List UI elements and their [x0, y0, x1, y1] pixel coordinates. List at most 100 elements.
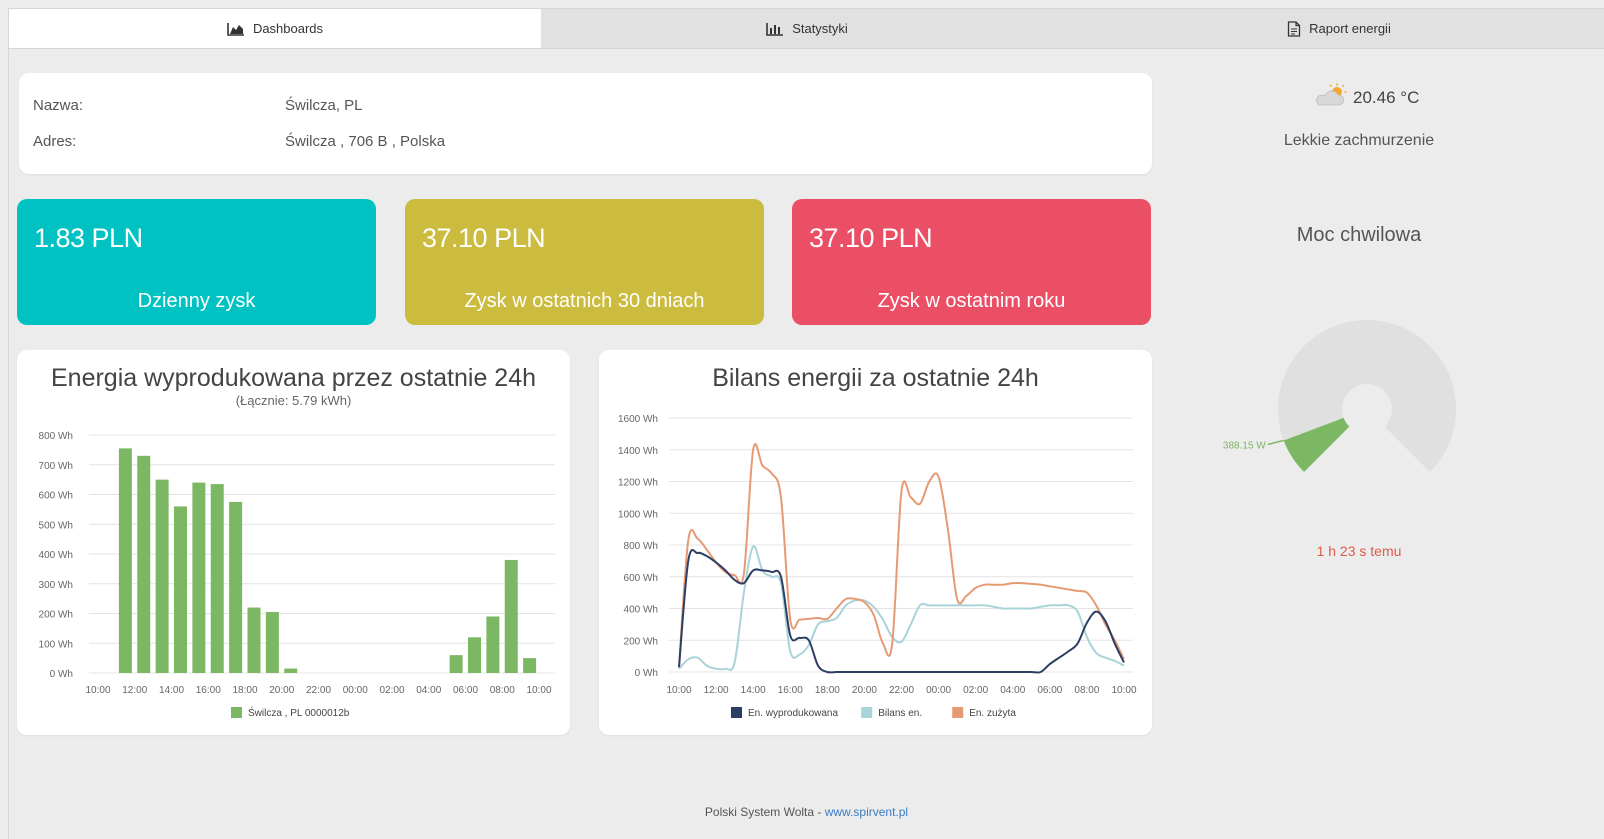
- y-tick-label: 400 Wh: [39, 550, 73, 561]
- stat-daily-profit: 1.83 PLN Dzienny zysk: [17, 199, 376, 325]
- stat-caption: Zysk w ostatnim roku: [877, 290, 1066, 312]
- x-tick-label: 10:00: [85, 685, 110, 696]
- x-tick-label: 16:00: [778, 685, 803, 696]
- app-frame: Dashboards Statystyki Raport energii Naz…: [8, 8, 1604, 839]
- stat-caption: Zysk w ostatnich 30 dniach: [464, 290, 705, 312]
- x-tick-label: 16:00: [196, 685, 221, 696]
- tab-raport-energii[interactable]: Raport energii: [1073, 9, 1604, 48]
- y-tick-label: 300 Wh: [39, 580, 73, 591]
- stat-value: 37.10 PLN: [809, 223, 933, 253]
- y-tick-label: 800 Wh: [624, 541, 658, 552]
- address-label: Adres:: [33, 133, 77, 150]
- x-tick-label: 14:00: [159, 685, 184, 696]
- energy-balance-chart-card: Bilans energii za ostatnie 24h 0 Wh 200 W…: [599, 350, 1152, 735]
- stat-year-profit: 37.10 PLN Zysk w ostatnim roku: [792, 199, 1151, 325]
- x-tick-label: 02:00: [963, 685, 988, 696]
- name-row: Nazwa: Świlcza, PL: [33, 97, 363, 114]
- x-tick-label: 10:00: [1111, 685, 1136, 696]
- y-tick-label: 0 Wh: [50, 669, 73, 680]
- stat-30-day-profit: 37.10 PLN Zysk w ostatnich 30 dniach: [405, 199, 764, 325]
- y-tick-label: 200 Wh: [39, 610, 73, 621]
- bar: [155, 479, 169, 673]
- bar: [118, 448, 132, 673]
- gauge-value-label: 388.15 W: [1223, 440, 1266, 451]
- last-update-time: 1 h 23 s temu: [1316, 543, 1402, 559]
- legend-swatch: [952, 707, 964, 718]
- footer-text: Polski System Wolta -: [704, 805, 825, 819]
- legend-swatch: [731, 707, 742, 718]
- x-tick-label: 10:00: [666, 685, 691, 696]
- gauge-title: Moc chwilowa: [1296, 224, 1422, 246]
- bar: [265, 612, 279, 673]
- bar: [137, 455, 151, 673]
- x-tick-label: 12:00: [704, 685, 729, 696]
- x-tick-label: 02:00: [379, 685, 404, 696]
- bar: [229, 501, 243, 673]
- tab-label: Raport energii: [1309, 21, 1391, 36]
- x-tick-label: 22:00: [306, 685, 331, 696]
- x-tick-label: 10:00: [526, 685, 551, 696]
- name-value: Świlcza, PL: [285, 97, 363, 114]
- y-tick-label: 200 Wh: [624, 636, 658, 647]
- bar: [210, 484, 224, 673]
- x-tick-label: 08:00: [1074, 685, 1099, 696]
- document-icon: [1287, 20, 1301, 37]
- y-tick-label: 400 Wh: [624, 605, 658, 616]
- address-row: Adres: Świlcza , 706 B , Polska: [33, 133, 445, 150]
- y-tick-label: 1400 Wh: [618, 446, 658, 457]
- bar-chart-icon: [766, 22, 784, 36]
- bar: [284, 668, 298, 673]
- tab-label: Dashboards: [252, 21, 324, 36]
- bar: [468, 637, 481, 673]
- x-tick-label: 00:00: [343, 685, 368, 696]
- y-tick-label: 100 Wh: [39, 639, 73, 650]
- x-tick-label: 14:00: [741, 685, 766, 696]
- x-tick-label: 12:00: [122, 685, 147, 696]
- series-line: [678, 549, 1125, 674]
- x-tick-label: 04:00: [1000, 685, 1025, 696]
- bar: [523, 658, 537, 673]
- x-tick-label: 00:00: [926, 685, 951, 696]
- bar: [247, 607, 261, 673]
- x-tick-label: 08:00: [490, 685, 515, 696]
- y-tick-label: 0 Wh: [635, 668, 658, 679]
- bar: [174, 506, 187, 673]
- energy-produced-bar-chart: 0 Wh 100 Wh 200 Wh 300 Wh 400 Wh 500 Wh 600 Wh…: [39, 431, 555, 719]
- series-line: [678, 443, 1125, 668]
- gauge-pointer: [1267, 439, 1284, 446]
- stat-value: 37.10 PLN: [422, 223, 546, 253]
- bar: [192, 482, 206, 673]
- x-tick-label: 20:00: [852, 685, 877, 696]
- power-gauge: 388.15 W: [1223, 320, 1456, 472]
- x-tick-label: 22:00: [889, 685, 914, 696]
- partly-cloudy-icon: [1313, 83, 1347, 112]
- stat-value: 1.83 PLN: [34, 223, 143, 253]
- temperature-value: 20.46 °C: [1353, 87, 1420, 107]
- weather-temperature: 20.46 °C: [1313, 83, 1419, 112]
- tab-dashboards[interactable]: Dashboards: [9, 9, 541, 48]
- tab-label: Statystyki: [792, 21, 848, 36]
- bar: [504, 559, 518, 673]
- energy-balance-line-chart: 0 Wh 200 Wh 400 Wh 600 Wh 800 Wh 1000 Wh 1200 …: [618, 414, 1137, 719]
- address-value: Świlcza , 706 B , Polska: [285, 133, 446, 150]
- tab-statystyki[interactable]: Statystyki: [541, 9, 1073, 48]
- y-tick-label: 500 Wh: [39, 520, 73, 531]
- y-tick-label: 1600 Wh: [618, 414, 658, 425]
- legend-label: Bilans en.: [878, 708, 922, 719]
- legend-swatch: [861, 707, 873, 718]
- tab-bar: Dashboards Statystyki Raport energii: [9, 9, 1604, 49]
- name-label: Nazwa:: [33, 97, 84, 114]
- legend-label: En. zużyta: [969, 708, 1016, 719]
- x-tick-label: 18:00: [815, 685, 840, 696]
- x-tick-label: 06:00: [453, 685, 478, 696]
- x-tick-label: 18:00: [232, 685, 257, 696]
- legend-swatch: [231, 707, 242, 718]
- footer-link[interactable]: www.spirvent.pl: [825, 805, 908, 819]
- area-chart-icon: [227, 22, 245, 36]
- x-tick-label: 06:00: [1037, 685, 1062, 696]
- x-tick-label: 04:00: [416, 685, 441, 696]
- stat-caption: Dzienny zysk: [137, 290, 256, 312]
- y-tick-label: 800 Wh: [39, 431, 73, 442]
- y-tick-label: 700 Wh: [39, 461, 73, 472]
- bar: [486, 616, 500, 673]
